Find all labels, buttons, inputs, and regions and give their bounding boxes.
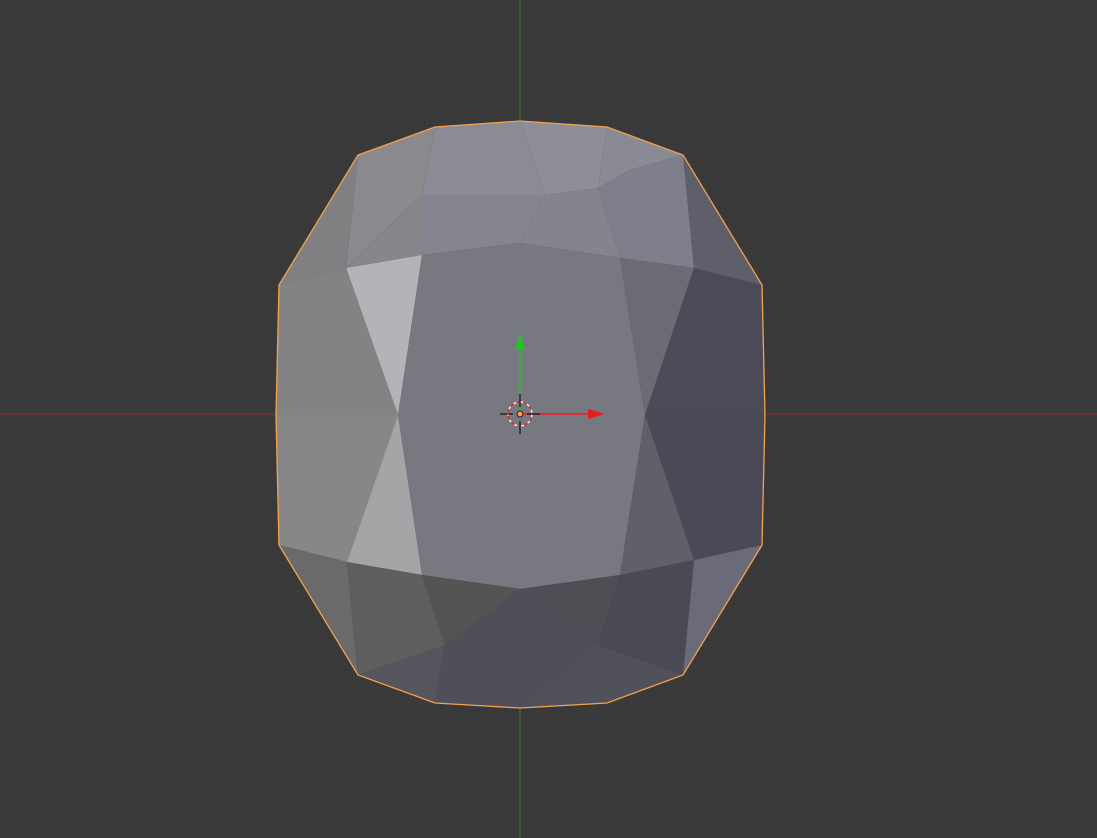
mesh-face [398, 415, 645, 589]
3d-viewport[interactable] [0, 0, 1097, 838]
viewport-canvas[interactable] [0, 0, 1097, 838]
mesh-face [398, 243, 645, 415]
origin-dot [516, 410, 524, 418]
object-origin-icon [516, 410, 524, 418]
